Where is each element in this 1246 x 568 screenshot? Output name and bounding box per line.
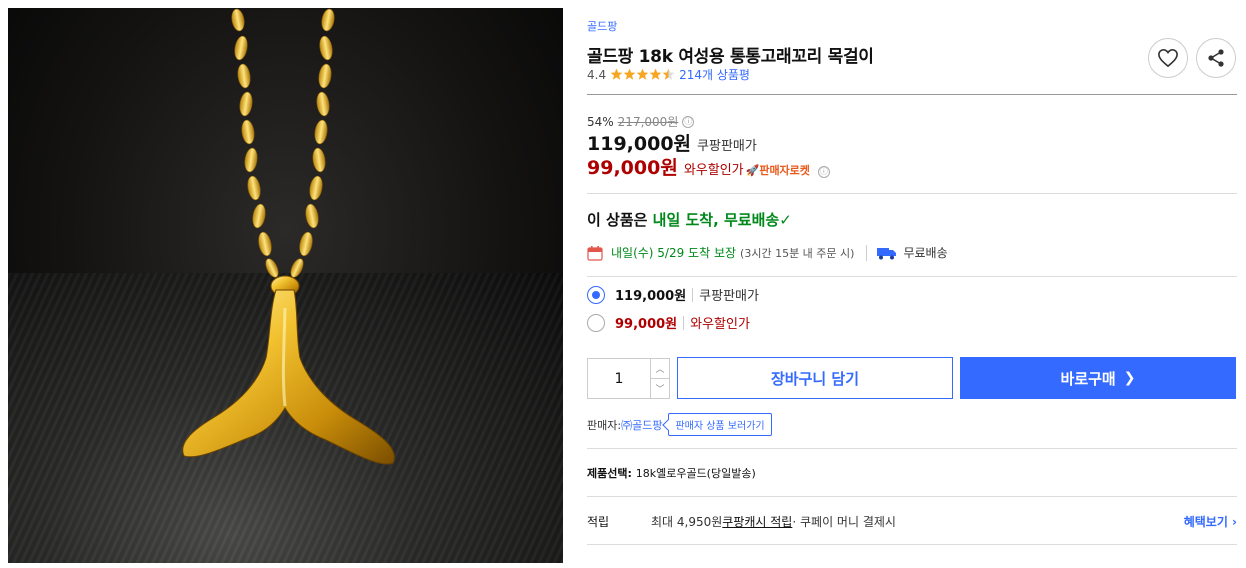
arrival-date: 내일(수) 5/29 도착 보장 [611, 246, 737, 260]
delivery-headline: 이 상품은 내일 도착, 무료배송✓ [587, 209, 792, 230]
points-label: 적립 [587, 515, 610, 529]
info-icon[interactable]: ⓘ [817, 165, 830, 178]
quantity-stepper: ︿ ﹀ [587, 358, 670, 399]
divider [587, 276, 1237, 277]
divider [587, 193, 1237, 194]
star-icon [636, 68, 649, 80]
option-price: 99,000원 [615, 317, 678, 332]
star-icon [610, 68, 623, 80]
separator [683, 315, 685, 330]
seller-products-button[interactable]: 판매자 상품 보러가기 [668, 413, 772, 436]
option-label: 쿠팡판매가 [699, 289, 759, 304]
sale-price-row: 119,000원 쿠팡판매가 [587, 129, 757, 156]
product-selection-row: 제품선택: 18k옐로우골드(당일발송) [587, 465, 756, 481]
buy-now-button[interactable]: 바로구매 ❯ [960, 357, 1236, 399]
star-icon [649, 68, 662, 80]
wow-price-label: 와우할인가 [683, 163, 744, 178]
sale-price-label: 쿠팡판매가 [697, 139, 757, 154]
product-page: 골드팡 골드팡 18k 여성용 통통고래꼬리 목걸이 4.4 214개 상품평 [0, 0, 1246, 568]
free-shipping-label: 무료배송 [903, 246, 948, 260]
points-row: 적립 최대 4,950원 쿠팡캐시 적립 · 쿠페이 머니 결제시 혜택보기 › [587, 513, 1237, 530]
rating-number: 4.4 [587, 67, 607, 82]
divider [587, 448, 1237, 449]
option-label: 와우할인가 [690, 317, 750, 332]
divider [587, 544, 1237, 545]
sale-price: 119,000원 [587, 133, 692, 155]
separator [866, 244, 868, 261]
coupang-cash-link[interactable]: 쿠팡캐시 적립 [722, 513, 792, 530]
add-to-cart-button[interactable]: 장바구니 담기 [677, 357, 953, 399]
seller-label: 판매자: [587, 418, 622, 432]
quantity-increase-button[interactable]: ︿ [651, 359, 669, 379]
order-deadline: (3시간 15분 내 주문 시) [740, 246, 855, 260]
points-prefix: 최대 4,950원 [651, 515, 723, 529]
buy-now-label: 바로구매 [1060, 369, 1116, 388]
heart-icon [1158, 48, 1178, 68]
option-price: 119,000원 [615, 289, 687, 304]
rating-stars [610, 68, 675, 81]
rating-row: 4.4 214개 상품평 [587, 66, 750, 83]
seller-name-link[interactable]: ㈜골드팡 [621, 417, 662, 433]
info-icon[interactable]: ⓘ [682, 115, 695, 128]
delivery-headline-highlight: 내일 도착, 무료배송 [652, 211, 780, 229]
quantity-step-buttons: ︿ ﹀ [650, 359, 669, 398]
discount-rate: 54% [587, 114, 614, 129]
truck-icon [877, 247, 897, 259]
seller-rocket-badge: 🚀판매자로켓 [745, 164, 810, 177]
calendar-icon [587, 245, 603, 261]
share-icon [1208, 49, 1224, 67]
selection-label: 제품선택: [587, 467, 636, 480]
product-title: 골드팡 18k 여성용 통통고래꼬리 목걸이 [587, 47, 874, 67]
whale-tail-necklace-illustration [182, 8, 395, 465]
wishlist-button[interactable] [1148, 38, 1188, 78]
price-option-regular[interactable]: 119,000원 쿠팡판매가 [587, 285, 759, 304]
delivery-guarantee-row: 내일(수) 5/29 도착 보장 (3시간 15분 내 주문 시) 무료배송 [587, 244, 948, 261]
delivery-headline-prefix: 이 상품은 [587, 211, 653, 229]
selection-value: 18k옐로우골드(당일발송) [635, 467, 756, 480]
quantity-decrease-button[interactable]: ﹀ [651, 379, 669, 398]
chevron-right-icon: ❯ [1123, 370, 1136, 386]
points-suffix: · 쿠페이 머니 결제시 [792, 515, 896, 529]
wow-price-row: 99,000원 와우할인가 🚀판매자로켓 ⓘ [587, 153, 830, 180]
star-icon [623, 68, 636, 80]
wow-price: 99,000원 [587, 157, 678, 179]
seller-row: 판매자: ㈜골드팡 판매자 상품 보러가기 [587, 413, 772, 436]
original-price: 217,000원 [617, 115, 679, 129]
half-star-icon [662, 68, 675, 80]
divider [587, 94, 1237, 95]
share-button[interactable] [1196, 38, 1236, 78]
review-count-link[interactable]: 214개 상품평 [679, 66, 750, 83]
brand-link[interactable]: 골드팡 [587, 18, 617, 34]
divider [587, 496, 1237, 497]
view-benefits-link[interactable]: 혜택보기 › [1184, 513, 1237, 530]
check-icon: ✓ [779, 211, 792, 229]
price-option-wow[interactable]: 99,000원 와우할인가 [587, 313, 750, 332]
radio-unselected[interactable] [587, 313, 605, 332]
discount-row: 54% 217,000원 ⓘ [587, 113, 695, 130]
separator [692, 287, 694, 302]
radio-selected[interactable] [587, 285, 605, 304]
product-image[interactable] [8, 8, 563, 563]
quantity-input[interactable] [588, 359, 650, 398]
